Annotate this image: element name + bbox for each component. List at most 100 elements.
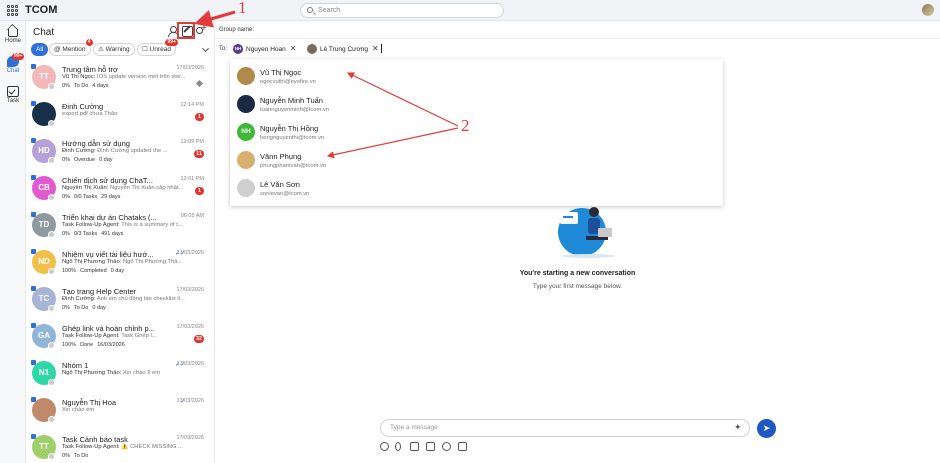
- conversation-item[interactable]: HD Hướng dẫn sử dụng 12:09 PM Đinh Cường: Đ…: [26, 135, 214, 172]
- filter-all[interactable]: All: [31, 43, 49, 56]
- conversation-item[interactable]: TT Trung tâm hỗ trợ 17/03/2026 Vũ Thị Ngọc:…: [26, 61, 214, 98]
- status-dot: [48, 379, 55, 386]
- suggestion-email: tuannguyenminh@tcom.vn: [260, 107, 330, 113]
- conversation-name: Nhiệm vụ viết tài liệu hướ...: [62, 250, 154, 259]
- group-name-label[interactable]: Group name:: [219, 27, 254, 33]
- ai-sparkle-icon[interactable]: ✦: [734, 423, 743, 432]
- empty-state-title: You're starting a new conversation: [519, 270, 636, 277]
- suggestion-item[interactable]: Vũ Thị Ngọc ngocvuthi@eyefire.vn: [230, 62, 723, 90]
- suggestion-item[interactable]: Lê Văn Sơn sonlevan@tcom.vn: [230, 174, 723, 202]
- mention-icon[interactable]: [442, 442, 451, 451]
- chat-unread-badge: 99+: [12, 53, 25, 60]
- microphone-icon[interactable]: [395, 442, 401, 451]
- add-group-icon[interactable]: [195, 23, 207, 37]
- recipient-tag[interactable]: NH Nguyen Hoan ✕: [233, 42, 296, 55]
- filter-warning[interactable]: ⚠ Warning: [93, 43, 135, 56]
- suggestion-dropdown: Vũ Thị Ngọc ngocvuthi@eyefire.vn Nguyễn Mi…: [230, 59, 723, 206]
- status-dot: [48, 305, 55, 312]
- app-title: TCOM: [25, 4, 58, 16]
- suggestion-item[interactable]: Vănn Phụng phungphamvan@tcom.vn: [230, 146, 723, 174]
- read-receipt-icon: ✓✓: [174, 251, 185, 257]
- suggestion-avatar: [237, 151, 255, 169]
- conversation-preview: export pdf chưa Thảo: [62, 111, 190, 117]
- read-receipt-icon: ✓✓: [174, 362, 185, 368]
- emoji-icon[interactable]: [380, 442, 389, 451]
- task-meta-value: 4 days: [92, 83, 109, 89]
- rail-label-chat: Chat: [6, 68, 20, 74]
- preview-text: Anh em chủ động tạo checklist li...: [96, 296, 185, 302]
- task-meta-value: 0 day: [92, 305, 106, 311]
- conversation-item[interactable]: GA Ghép link và hoàn chỉnh p... 17/03/2026…: [26, 320, 214, 357]
- top-bar: TCOM Search: [0, 0, 940, 21]
- to-label: To:: [219, 46, 228, 52]
- user-avatar[interactable]: [922, 4, 934, 16]
- message-placeholder: Type a message: [390, 424, 438, 431]
- remove-recipient-icon[interactable]: ✕: [290, 44, 297, 53]
- suggestion-avatar: [237, 179, 255, 197]
- suggestion-email: sonlevan@tcom.vn: [260, 191, 310, 197]
- preview-sender: Task Follow-Up Agent:: [62, 444, 120, 450]
- rail-item-home[interactable]: Home: [0, 25, 26, 44]
- annotation-label-2: 2: [461, 116, 470, 135]
- compose-area: Group name: To: NH Nguyen Hoan ✕ Lê Trung …: [215, 21, 940, 463]
- conversation-item[interactable]: N1 Nhóm 1 17/03/2026 ✓✓ Ngô Thị Phương Thảo:…: [26, 357, 214, 394]
- conversation-time: 17/03/2026: [176, 324, 204, 330]
- status-dot: [48, 83, 55, 90]
- suggestion-item[interactable]: Nguyễn Minh Tuấn tuannguyenminh@tcom.vn: [230, 90, 723, 118]
- task-meta: 0% Overdue 0 day: [62, 157, 117, 163]
- recipient-name: Lê Trung Cương: [320, 46, 369, 53]
- remove-recipient-icon[interactable]: ✕: [372, 44, 379, 53]
- apps-grid-icon[interactable]: [7, 5, 18, 16]
- preview-sender: Ngô Thị Phương Thảo:: [62, 370, 122, 376]
- task-meta: 0% 0/0 Tasks 29 days: [62, 194, 124, 200]
- message-input[interactable]: Type a message ✦: [380, 419, 750, 437]
- unread-count-badge: 1: [195, 187, 204, 195]
- conversation-preview: Nguyễn Thị Xuân: Nguyễn Thị Xuân cập nhậ…: [62, 185, 190, 191]
- task-meta: 0% To Do 0 day: [62, 305, 110, 311]
- filter-unread[interactable]: ☐ Unread 99+: [137, 39, 178, 56]
- filter-label: Unread: [149, 46, 171, 53]
- task-meta-value: 29 days: [101, 194, 121, 200]
- conversation-time: 12:14 PM: [180, 102, 204, 108]
- conversation-item[interactable]: Nguyễn Thị Hoa 17/03/2026 ✓ Xin chào em: [26, 394, 214, 431]
- conversation-preview: Đinh Cường: Anh em chủ động tạo checklis…: [62, 296, 190, 302]
- empty-conversation-illustration: [558, 207, 614, 258]
- send-button[interactable]: ➤: [757, 419, 776, 438]
- conversation-preview: Task Follow-Up Agent: Task Ghép l...: [62, 333, 190, 339]
- filter-label: Warning: [105, 46, 130, 53]
- task-meta: 0% To Do: [62, 453, 92, 459]
- filter-label: Mention: [62, 46, 86, 53]
- conversation-item[interactable]: CB Chiến dịch sử dụng ChaT... 12:01 PM Nguy…: [26, 172, 214, 209]
- suggestion-item[interactable]: NH Nguyễn Thị Hồng hongnguyenthi@tcom.vn: [230, 118, 723, 146]
- conversation-item[interactable]: TC Tạo trang Help Center 17/03/2026 Đinh Cư…: [26, 283, 214, 320]
- preview-sender: Vũ Thị Ngọc:: [62, 74, 96, 80]
- image-icon[interactable]: [410, 442, 419, 451]
- recipient-input-caret[interactable]: [381, 44, 382, 53]
- conversation-item[interactable]: TD Triển khai dự án Chataks (... 06:05 AM T…: [26, 209, 214, 246]
- conversation-item[interactable]: TT Task Cảnh báo task 17/03/2026 Task Follo…: [26, 431, 214, 463]
- suggestion-name: Nguyễn Minh Tuấn: [260, 96, 323, 105]
- rail-item-task[interactable]: Task: [0, 86, 26, 104]
- conversation-item[interactable]: ND Nhiệm vụ viết tài liệu hướ... 17/03/202…: [26, 246, 214, 283]
- rail-item-chat[interactable]: 99+ Chat: [0, 53, 26, 74]
- unread-icon: ☐: [142, 46, 148, 53]
- conversation-item[interactable]: Đinh Cường 12:14 PM export pdf chưa Thảo 1: [26, 98, 214, 135]
- rail-label-task: Task: [6, 98, 20, 104]
- suggestion-email: ngocvuthi@eyefire.vn: [260, 79, 316, 85]
- conversation-time: 17/03/2026: [176, 435, 204, 441]
- preview-text: Ngô Thị Phương Thả...: [122, 259, 183, 265]
- pin-icon[interactable]: [195, 79, 204, 88]
- filter-mention[interactable]: @ Mention 4: [49, 39, 93, 56]
- status-dot: [48, 120, 55, 127]
- suggestion-avatar: [237, 95, 255, 113]
- file-icon[interactable]: [426, 442, 435, 451]
- preview-text: Xin chào 2 em: [122, 370, 161, 376]
- preview-text: IOS update version mới trên stor...: [97, 74, 186, 80]
- chevron-down-icon[interactable]: [201, 44, 210, 53]
- attachment-icon[interactable]: [458, 442, 467, 451]
- preview-sender: Task Follow-Up Agent:: [62, 333, 120, 339]
- task-meta-value: 0%: [62, 305, 70, 311]
- recipient-tag[interactable]: Lê Trung Cương ✕: [307, 42, 379, 55]
- conversation-name: Nhóm 1: [62, 361, 89, 370]
- search-input[interactable]: Search: [300, 3, 504, 18]
